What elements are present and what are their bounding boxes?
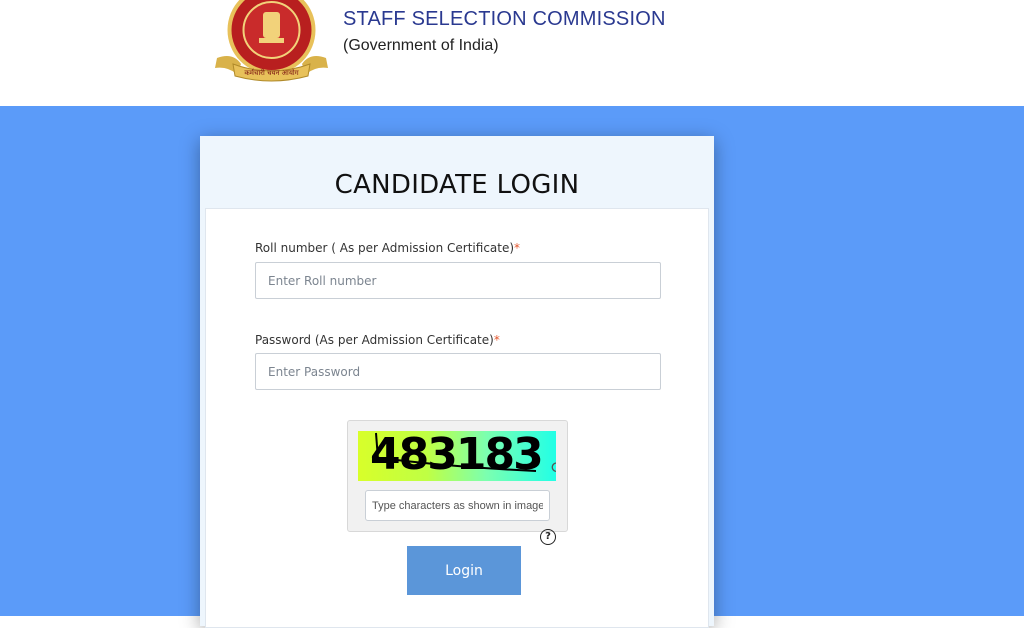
refresh-icon[interactable]: ⟳ [551,458,556,478]
org-name: STAFF SELECTION COMMISSION [343,8,666,30]
svg-text:कर्मचारी चयन आयोग: कर्मचारी चयन आयोग [244,68,299,77]
required-marker: * [514,241,521,255]
login-title: CANDIDATE LOGIN [334,170,580,200]
login-form: Roll number ( As per Admission Certifica… [205,208,709,628]
login-button[interactable]: Login [407,546,521,595]
ssc-emblem-logo: कर्मचारी चयन आयोग [215,0,328,82]
password-label-text: Password (As per Admission Certificate) [255,333,494,347]
captcha-noise-lines [371,432,537,472]
captcha-image: 483183 ⟳ [358,431,556,481]
password-input[interactable] [255,353,661,390]
roll-number-input[interactable] [255,262,661,299]
captcha-panel: 483183 ⟳ [347,420,568,532]
roll-number-label-text: Roll number ( As per Admission Certifica… [255,241,515,255]
org-subtitle: (Government of India) [343,37,499,54]
roll-number-label: Roll number ( As per Admission Certifica… [255,241,520,255]
login-card: CANDIDATE LOGIN Roll number ( As per Adm… [200,136,714,628]
captcha-input[interactable] [365,490,550,521]
help-icon[interactable]: ? [540,529,556,545]
password-label: Password (As per Admission Certificate)* [255,333,500,347]
site-header: कर्मचारी चयन आयोग STAFF SELECTION COMMIS… [0,0,1024,106]
required-marker: * [493,333,500,347]
